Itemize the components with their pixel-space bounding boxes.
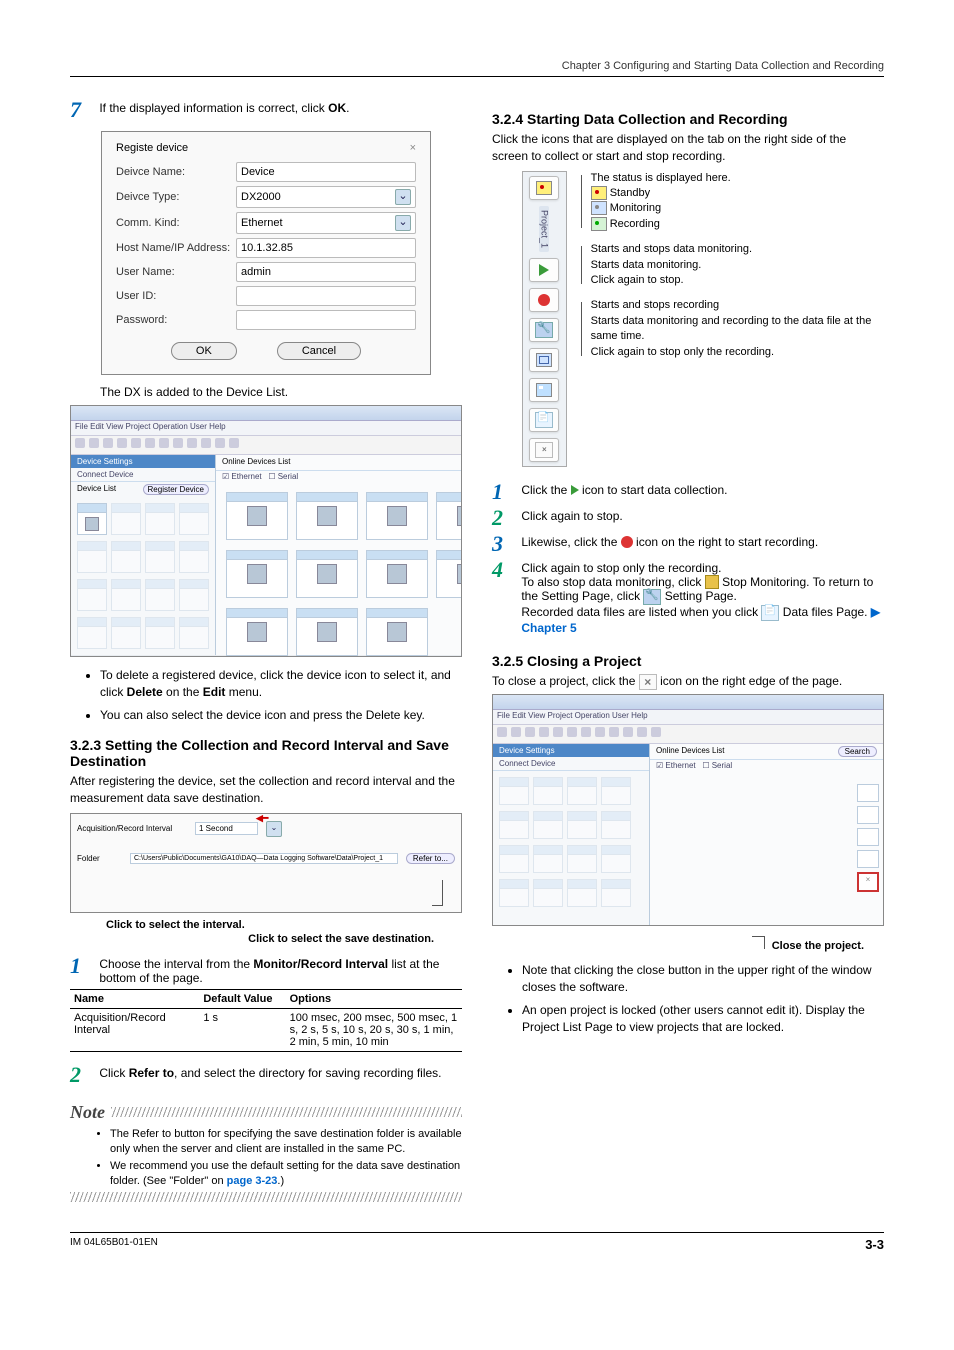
- step-1-text: Choose the interval from the Monitor/Rec…: [99, 953, 461, 985]
- page-3-23-link[interactable]: page 3-23: [227, 1175, 278, 1187]
- step-2r-number: 2: [492, 505, 518, 531]
- folder-settings-bar: Folder C:\Users\Public\Documents\GA10\DA…: [70, 844, 462, 875]
- bullet-delete: To delete a registered device, click the…: [100, 667, 462, 701]
- device-name-label: Deivce Name:: [116, 166, 236, 178]
- project-tab[interactable]: Project_1: [539, 206, 549, 252]
- status-description: The status is displayed here. Standby Mo…: [581, 171, 884, 233]
- bullet-lock-note: An open project is locked (other users c…: [522, 1002, 884, 1036]
- step-2-number: 2: [70, 1062, 96, 1088]
- dx-added-caption: The DX is added to the Device List.: [100, 385, 462, 399]
- cancel-button[interactable]: Cancel: [277, 342, 361, 360]
- password-input[interactable]: [236, 310, 416, 330]
- section-3-2-4-text: Click the icons that are displayed on th…: [492, 131, 884, 165]
- step-1-number: 1: [70, 953, 96, 979]
- close-project-button[interactable]: ×: [529, 438, 559, 462]
- step-7-number: 7: [70, 97, 96, 123]
- password-label: Password:: [116, 314, 236, 326]
- step-2-text: Click Refer to, and select the directory…: [99, 1062, 461, 1080]
- wrench-icon: [643, 589, 661, 605]
- chevron-down-icon[interactable]: ⌄: [395, 189, 411, 205]
- chevron-down-icon[interactable]: ⌄: [395, 215, 411, 231]
- bullet-close-note: Note that clicking the close button in t…: [522, 962, 884, 996]
- interval-dropdown[interactable]: 1 Second: [195, 822, 258, 835]
- standby-icon: [591, 186, 607, 200]
- register-device-dialog: Registe device × Deivce Name: Device Dei…: [101, 131, 431, 375]
- device-list-screenshot: File Edit View Project Operation User He…: [70, 405, 462, 657]
- step-7-text: If the displayed information is correct,…: [99, 97, 461, 115]
- status-icon[interactable]: [529, 176, 559, 200]
- refer-to-button[interactable]: Refer to...: [406, 853, 455, 864]
- callout-destination: Click to select the save destination.: [70, 933, 434, 945]
- play-icon: [571, 485, 579, 495]
- user-name-label: User Name:: [116, 266, 236, 278]
- hatch-divider-icon: [70, 1192, 462, 1202]
- record-button[interactable]: [529, 288, 559, 312]
- user-name-input[interactable]: admin: [236, 262, 416, 282]
- vertical-toolbar: Project_1 ×: [522, 171, 567, 467]
- running-header: Chapter 3 Configuring and Starting Data …: [70, 60, 884, 77]
- dialog-title: Registe device: [116, 142, 188, 154]
- hatch-divider-icon: [111, 1107, 462, 1117]
- section-3-2-5-text: To close a project, click the × icon on …: [492, 673, 884, 690]
- setting-page-button[interactable]: [529, 318, 559, 342]
- close-icon: ×: [639, 674, 657, 690]
- comm-kind-label: Comm. Kind:: [116, 217, 236, 229]
- step-3r-text: Likewise, click the icon on the right to…: [521, 531, 883, 549]
- user-id-input[interactable]: [236, 286, 416, 306]
- section-3-2-4-heading: 3.2.4 Starting Data Collection and Recor…: [492, 111, 884, 127]
- close-project-screenshot: File Edit View Project Operation User He…: [492, 694, 884, 926]
- device-name-input[interactable]: Device: [236, 162, 416, 182]
- recording-icon: [591, 217, 607, 231]
- note-item-2: We recommend you use the default setting…: [110, 1159, 462, 1189]
- user-id-label: User ID:: [116, 290, 236, 302]
- folder-path-field[interactable]: C:\Users\Public\Documents\GA10\DAQ—Data …: [130, 853, 398, 864]
- step-1r-number: 1: [492, 479, 518, 505]
- stop-icon: [705, 575, 719, 589]
- bullet-delete-key: You can also select the device icon and …: [100, 707, 462, 724]
- monitoring-icon: [591, 201, 607, 215]
- close-icon-highlighted[interactable]: ×: [857, 872, 879, 892]
- section-3-2-3-heading: 3.2.3 Setting the Collection and Record …: [70, 737, 462, 769]
- record-icon: [621, 536, 633, 548]
- section-3-2-5-heading: 3.2.5 Closing a Project: [492, 653, 884, 669]
- footer-pagenum: 3-3: [865, 1237, 884, 1252]
- step-1r-text: Click the icon to start data collection.: [521, 479, 883, 497]
- data-files-button[interactable]: [529, 408, 559, 432]
- close-project-caption: Close the project.: [772, 940, 864, 952]
- ok-button[interactable]: OK: [171, 342, 237, 360]
- device-type-label: Deivce Type:: [116, 191, 236, 203]
- step-4r-text: Click again to stop only the recording. …: [521, 557, 883, 636]
- step-2r-text: Click again to stop.: [521, 505, 883, 523]
- monitor-page-button[interactable]: [529, 348, 559, 372]
- section-3-2-3-text: After registering the device, set the co…: [70, 773, 462, 807]
- dialog-close-icon[interactable]: ×: [410, 142, 416, 154]
- comm-kind-select[interactable]: Ethernet⌄: [236, 212, 416, 234]
- device-type-select[interactable]: DX2000⌄: [236, 186, 416, 208]
- layout-button[interactable]: [529, 378, 559, 402]
- arrow-icon: ◀━: [256, 813, 268, 824]
- note-item-1: The Refer to button for specifying the s…: [110, 1127, 462, 1157]
- callout-interval: Click to select the interval.: [106, 919, 462, 931]
- interval-settings-bar: Acquisition/Record Interval 1 Second ◀━ …: [70, 813, 462, 845]
- chevron-down-icon[interactable]: ⌄: [266, 821, 282, 837]
- data-files-icon: [761, 605, 779, 621]
- host-ip-input[interactable]: 10.1.32.85: [236, 238, 416, 258]
- play-button[interactable]: [529, 258, 559, 282]
- play-description: Starts and stops data monitoring. Starts…: [581, 242, 884, 288]
- footer-docid: IM 04L65B01-01EN: [70, 1237, 158, 1252]
- note-heading: Note: [70, 1102, 462, 1123]
- step-4r-number: 4: [492, 557, 518, 583]
- record-description: Starts and stops recording Starts data m…: [581, 298, 884, 360]
- interval-options-table: Name Default Value Options Acquisition/R…: [70, 989, 462, 1052]
- step-3r-number: 3: [492, 531, 518, 557]
- host-ip-label: Host Name/IP Address:: [116, 242, 236, 254]
